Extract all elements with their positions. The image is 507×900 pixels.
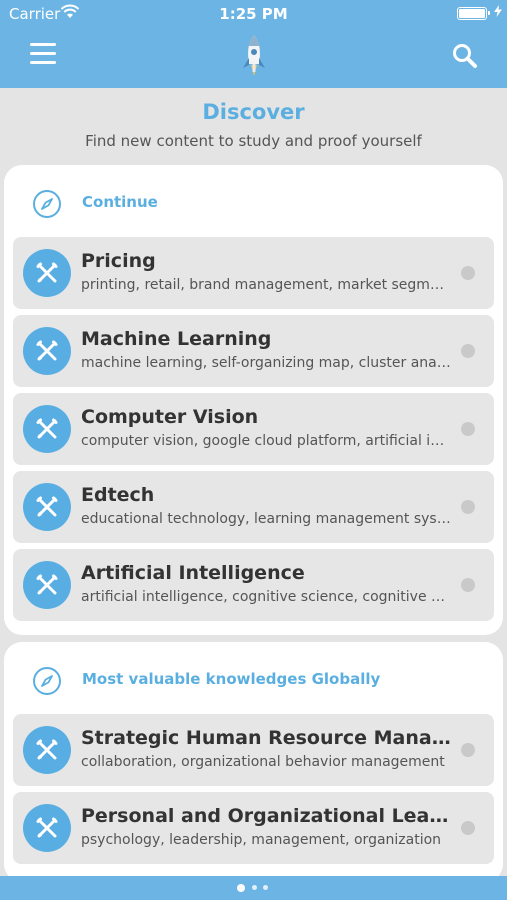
- list-item[interactable]: Edtech educational technology, learning …: [13, 471, 494, 543]
- section-header: Continue: [4, 165, 503, 235]
- hamburger-icon-bar: [30, 52, 56, 55]
- item-title: Artificial Intelligence: [81, 562, 305, 584]
- compass-icon: [33, 667, 61, 695]
- status-dot: [461, 422, 475, 436]
- list-item[interactable]: Machine Learning machine learning, self-…: [13, 315, 494, 387]
- page-indicator-bar: [0, 876, 507, 900]
- item-title: Computer Vision: [81, 406, 259, 428]
- item-subtitle: psychology, leadership, management, orga…: [81, 832, 442, 848]
- list-item[interactable]: Computer Vision computer vision, google …: [13, 393, 494, 465]
- status-time: 1:25 PM: [219, 5, 288, 23]
- list-item[interactable]: Pricing printing, retail, brand manageme…: [13, 237, 494, 309]
- item-title: Personal and Organizational Leadership: [81, 805, 456, 827]
- menu-button[interactable]: [30, 43, 56, 65]
- item-subtitle: computer vision, google cloud platform, …: [81, 433, 451, 449]
- battery-level: [459, 9, 485, 18]
- section-header: Most valuable knowledges Globally: [4, 642, 503, 712]
- status-dot: [461, 578, 475, 592]
- page-dot[interactable]: [252, 885, 257, 890]
- compass-icon: [33, 190, 61, 218]
- section-title: Continue: [82, 193, 158, 211]
- item-subtitle: collaboration, organizational behavior m…: [81, 754, 445, 770]
- status-dot: [461, 266, 475, 280]
- tools-icon: [23, 804, 71, 852]
- rocket-icon: [243, 35, 265, 76]
- discover-hero: Discover Find new content to study and p…: [0, 88, 507, 164]
- list-item[interactable]: Strategic Human Resource Management coll…: [13, 714, 494, 786]
- tools-icon: [23, 327, 71, 375]
- status-bar: Carrier 1:25 PM: [0, 0, 507, 28]
- page-dot[interactable]: [237, 884, 245, 892]
- section-title: Most valuable knowledges Globally: [82, 670, 381, 688]
- most-valuable-section: Most valuable knowledges Globally Strate…: [4, 642, 503, 882]
- item-title: Edtech: [81, 484, 155, 506]
- item-title: Pricing: [81, 250, 156, 272]
- page-title: Discover: [202, 100, 305, 124]
- tools-icon: [23, 561, 71, 609]
- search-button[interactable]: [452, 43, 478, 69]
- item-subtitle: artificial intelligence, cognitive scien…: [81, 589, 451, 605]
- tools-icon: [23, 249, 71, 297]
- battery-icon: [457, 7, 490, 20]
- continue-section: Continue Pricing printing, retail, brand…: [4, 165, 503, 635]
- status-dot: [461, 500, 475, 514]
- item-subtitle: educational technology, learning managem…: [81, 511, 451, 527]
- tools-icon: [23, 726, 71, 774]
- item-title: Machine Learning: [81, 328, 272, 350]
- hamburger-icon-bar: [30, 61, 56, 64]
- list-item[interactable]: Personal and Organizational Leadership p…: [13, 792, 494, 864]
- status-dot: [461, 743, 475, 757]
- page-subtitle: Find new content to study and proof your…: [85, 132, 422, 150]
- status-dot: [461, 821, 475, 835]
- status-dot: [461, 344, 475, 358]
- list-item[interactable]: Artificial Intelligence artificial intel…: [13, 549, 494, 621]
- item-title: Strategic Human Resource Management: [81, 727, 456, 749]
- hamburger-icon: [30, 43, 56, 46]
- app-header: Carrier 1:25 PM: [0, 0, 507, 88]
- item-subtitle: machine learning, self-organizing map, c…: [81, 355, 451, 371]
- tools-icon: [23, 405, 71, 453]
- charging-icon: [494, 5, 502, 17]
- page-dot[interactable]: [263, 885, 268, 890]
- tools-icon: [23, 483, 71, 531]
- item-subtitle: printing, retail, brand management, mark…: [81, 277, 451, 293]
